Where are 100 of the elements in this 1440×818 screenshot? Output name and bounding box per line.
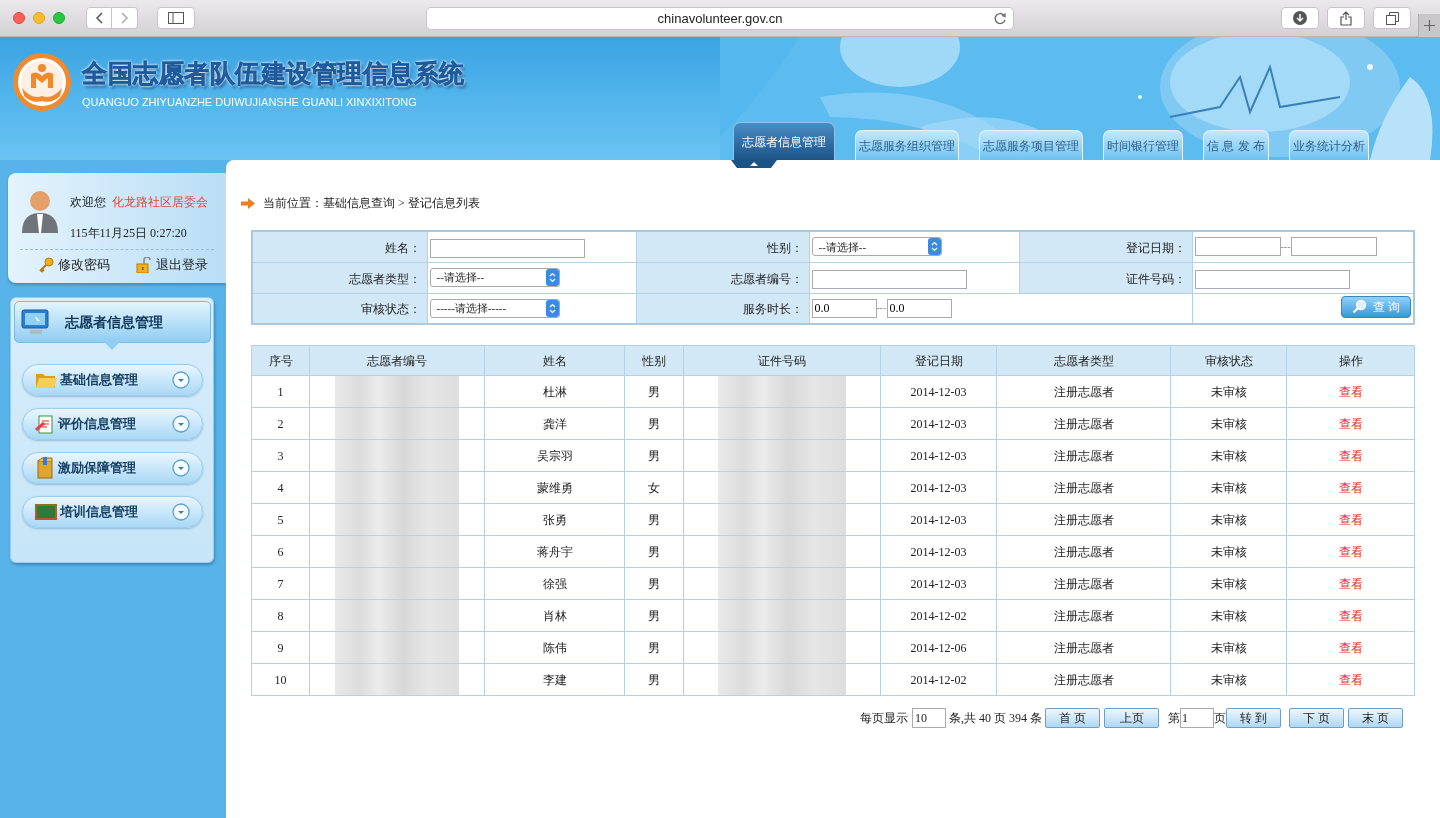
view-link[interactable]: 查看 (1338, 672, 1363, 687)
chevron-left-icon (95, 12, 103, 24)
minimize-window-icon[interactable] (33, 12, 45, 24)
pager-text: 页 (1214, 710, 1226, 727)
sidebar-menu-item[interactable]: 激励保障管理 (21, 452, 203, 484)
view-link[interactable]: 查看 (1338, 448, 1363, 463)
table-cell: 2014-12-02 (910, 608, 967, 623)
table-cell: 6 (277, 544, 284, 559)
input-field[interactable]: 0.0 (811, 298, 877, 318)
table-cell: 4 (277, 480, 284, 495)
table-cell: 2014-12-02 (910, 672, 967, 687)
reload-icon[interactable] (994, 12, 1007, 25)
greeting-text: 欢迎您 (70, 194, 106, 211)
input-field[interactable] (429, 238, 585, 258)
address-bar[interactable]: chinavolunteer.gov.cn (426, 7, 1014, 30)
input-field[interactable] (1194, 269, 1350, 289)
select-field[interactable]: --请选择-- (429, 268, 560, 287)
range-separator: --- (876, 303, 887, 314)
menu-title: 志愿者信息管理 (64, 313, 163, 332)
table-cell: 2014-12-06 (910, 640, 967, 655)
padlock-icon (136, 256, 152, 273)
select-field[interactable]: -----请选择----- (429, 298, 560, 318)
key-icon (38, 256, 54, 273)
new-tab-button[interactable] (1418, 14, 1440, 37)
input-field[interactable]: 0.0 (886, 298, 952, 318)
view-link[interactable]: 查看 (1338, 608, 1363, 623)
pager-button[interactable]: 下 页 (1289, 708, 1344, 728)
view-link[interactable]: 查看 (1338, 416, 1363, 431)
view-link[interactable]: 查看 (1338, 512, 1363, 527)
table-cell: 未审核 (1210, 608, 1247, 623)
field-label: 登记日期： (1125, 240, 1186, 255)
page-number-field[interactable]: 1 (1180, 708, 1214, 728)
table-cell: 未审核 (1210, 384, 1247, 399)
chevron-down-icon (171, 459, 190, 477)
logo-icon (12, 52, 72, 112)
forward-button[interactable] (112, 7, 138, 29)
download-button[interactable] (1281, 7, 1319, 29)
sidebar-menu-item[interactable]: 培训信息管理 (21, 496, 203, 528)
tabs-button[interactable] (1373, 7, 1411, 29)
table-cell: 未审核 (1210, 544, 1247, 559)
pointer-icon (103, 342, 120, 350)
table-cell: 10 (274, 672, 287, 687)
field-label: 性别： (766, 240, 803, 255)
input-field[interactable] (1194, 237, 1281, 257)
sidebar-menu-item[interactable]: 评价信息管理 (21, 408, 203, 440)
pager-button[interactable]: 上页 (1104, 708, 1159, 728)
avatar-icon (22, 189, 58, 233)
table-cell: 未审核 (1210, 448, 1247, 463)
table-cell: 9 (277, 640, 284, 655)
table-cell: 5 (277, 512, 284, 527)
sidebar-link[interactable]: 修改密码 (38, 255, 110, 275)
input-field[interactable] (811, 269, 967, 289)
pager-button[interactable]: 转 到 (1226, 708, 1281, 728)
chevron-right-icon (120, 12, 129, 24)
view-link[interactable]: 查看 (1338, 544, 1363, 559)
clipboard-icon (34, 414, 55, 434)
input-field[interactable] (1290, 237, 1377, 257)
column-header: 姓名 (542, 353, 567, 368)
select-field[interactable]: --请选择-- (811, 237, 942, 257)
close-window-icon[interactable] (13, 12, 25, 24)
folder-icon (34, 371, 57, 389)
table-cell: 男 (648, 512, 660, 527)
maximize-window-icon[interactable] (53, 12, 65, 24)
view-link[interactable]: 查看 (1338, 384, 1363, 399)
table-cell: 徐强 (542, 576, 567, 591)
view-link[interactable]: 查看 (1338, 640, 1363, 655)
range-separator: --- (1280, 241, 1291, 252)
table-cell: 龚洋 (542, 416, 567, 431)
table-cell: 未审核 (1210, 512, 1247, 527)
table-cell: 注册志愿者 (1053, 544, 1114, 559)
pager-button[interactable]: 末 页 (1348, 708, 1403, 728)
arrow-right-icon (241, 197, 255, 209)
pager-button[interactable]: 首 页 (1045, 708, 1100, 728)
nav-tab[interactable]: 信 息 发 布 (1203, 130, 1269, 160)
table-cell: 注册志愿者 (1053, 384, 1114, 399)
table-cell: 注册志愿者 (1053, 608, 1114, 623)
table-cell: 注册志愿者 (1053, 448, 1114, 463)
table-cell: 未审核 (1210, 416, 1247, 431)
table-cell: 男 (648, 608, 660, 623)
nav-tab[interactable]: 业务统计分析 (1289, 130, 1369, 160)
table-cell: 男 (648, 448, 660, 463)
view-link[interactable]: 查看 (1338, 480, 1363, 495)
url-text: chinavolunteer.gov.cn (657, 9, 783, 28)
nav-tab[interactable]: 志愿者信息管理 (733, 122, 835, 160)
field-label: 志愿者类型： (348, 271, 421, 286)
sidebar-toggle-button[interactable] (157, 7, 195, 29)
table-cell: 2 (277, 416, 284, 431)
column-header: 性别 (642, 353, 666, 368)
share-button[interactable] (1327, 7, 1365, 29)
sidebar-link[interactable]: 退出登录 (136, 255, 208, 275)
nav-tab[interactable]: 志愿服务项目管理 (979, 130, 1083, 160)
pager-text: 每页显示 (860, 710, 908, 727)
table-cell: 男 (648, 672, 660, 687)
sidebar-menu-item[interactable]: 基础信息管理 (21, 364, 203, 396)
stepper-icon (545, 299, 559, 317)
page-size-field[interactable]: 10 (912, 708, 946, 728)
view-link[interactable]: 查看 (1338, 576, 1363, 591)
nav-tab[interactable]: 志愿服务组织管理 (855, 130, 959, 160)
nav-tab[interactable]: 时间银行管理 (1103, 130, 1183, 160)
back-button[interactable] (86, 7, 112, 29)
